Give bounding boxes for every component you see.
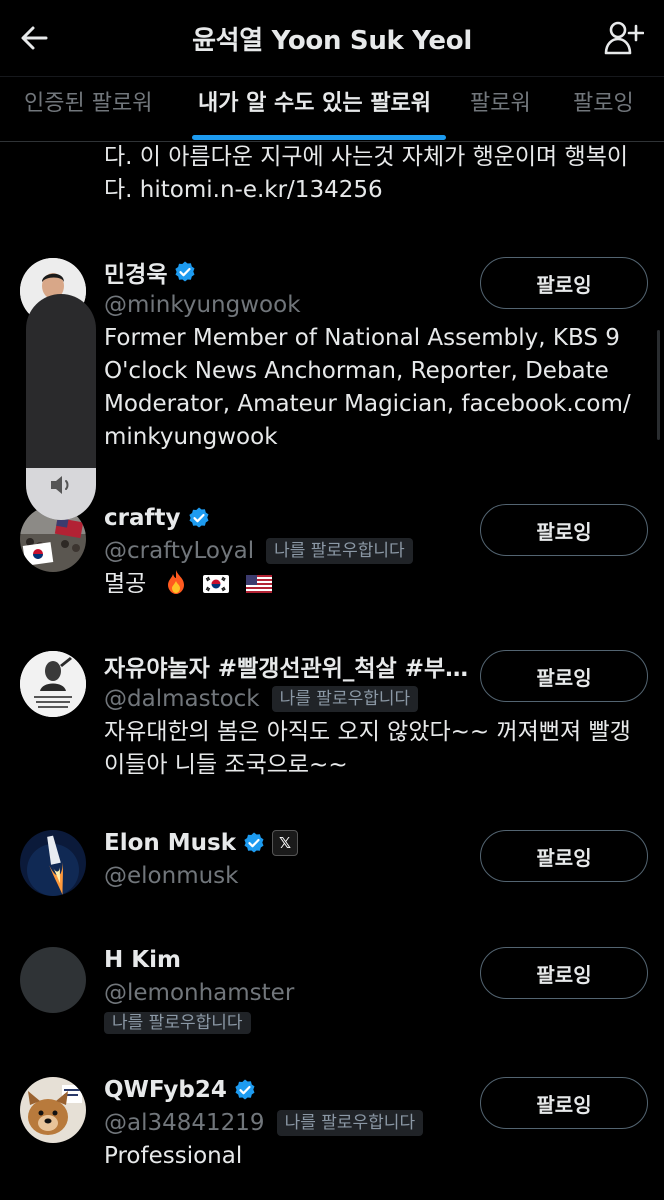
- user-name: 민경욱: [104, 262, 168, 288]
- avatar[interactable]: [20, 1077, 86, 1143]
- tab-followers-you-know[interactable]: 내가 알 수도 있는 팔로워: [198, 77, 431, 141]
- user-name-line: crafty: [104, 502, 211, 534]
- verified-badge-icon: [244, 832, 264, 853]
- scroll-edge-indicator: [657, 330, 660, 440]
- following-button[interactable]: 팔로잉: [480, 257, 648, 309]
- user-name-line: H Kim: [104, 944, 181, 976]
- user-bio: Former Member of National Assembly, KBS …: [104, 325, 631, 450]
- user-name: crafty: [104, 505, 181, 531]
- user-cell-al34841219[interactable]: QWFyb24 @al34841219 나를 팔로우합니다 Profession…: [0, 1074, 664, 1184]
- user-name-line: 자유야놀자 #빨갱선관위_척살 #부…: [104, 650, 468, 682]
- user-name-line: QWFyb24: [104, 1074, 257, 1106]
- follows-you-badge: 나를 팔로우합니다: [276, 1110, 424, 1136]
- user-name: Elon Musk: [104, 830, 237, 856]
- user-handle-line: @al34841219 나를 팔로우합니다: [104, 1107, 424, 1139]
- user-bio: 멸공: [104, 568, 634, 601]
- tab-verified-followers[interactable]: 인증된 팔로워: [24, 77, 152, 141]
- following-button[interactable]: 팔로잉: [480, 1077, 648, 1129]
- user-handle: @craftyLoyal: [104, 538, 255, 564]
- user-list[interactable]: 다. 이 아름다운 지구에 사는것 자체가 행운이며 행복이다. hitomi.…: [0, 141, 664, 1200]
- avatar[interactable]: [20, 651, 86, 717]
- user-handle-line: @craftyLoyal 나를 팔로우합니다: [104, 535, 413, 567]
- tab-bar: 인증된 팔로워 내가 알 수도 있는 팔로워 팔로워 팔로잉: [0, 76, 664, 142]
- bio-text: 멸공: [104, 571, 147, 597]
- tab-followers[interactable]: 팔로워: [470, 77, 531, 141]
- user-handle-line: @dalmastock 나를 팔로우합니다: [104, 683, 419, 715]
- following-button[interactable]: 팔로잉: [480, 650, 648, 702]
- fire-emoji-icon: [167, 570, 184, 594]
- volume-slider[interactable]: [26, 294, 96, 520]
- user-cell-craftyloyal[interactable]: crafty @craftyLoyal 나를 팔로우합니다 멸공 팔로잉: [0, 502, 664, 612]
- user-handle: @minkyungwook: [104, 292, 301, 318]
- speaker-icon: [51, 476, 69, 494]
- add-user-button[interactable]: [602, 16, 646, 60]
- follows-you-badge: 나를 팔로우합니다: [271, 686, 419, 712]
- portrait-photo: [20, 651, 86, 717]
- x-affiliate-badge-icon: 𝕏: [272, 830, 299, 856]
- verified-badge-icon: [235, 1079, 255, 1100]
- korea-flag-icon: [202, 575, 229, 593]
- user-handle: @al34841219: [104, 1110, 265, 1136]
- following-button[interactable]: 팔로잉: [480, 504, 648, 556]
- user-name-line: Elon Musk 𝕏: [104, 827, 299, 859]
- user-name: QWFyb24: [104, 1077, 227, 1103]
- follows-you-badge-wrapper: 나를 팔로우합니다: [104, 1011, 251, 1035]
- user-handle-line: @lemonhamster: [104, 977, 294, 1009]
- dog-photo: [20, 1077, 86, 1143]
- verified-badge-icon: [188, 507, 208, 528]
- user-handle: @elonmusk: [104, 863, 239, 889]
- user-name-line: 민경욱: [104, 256, 197, 288]
- tab-following[interactable]: 팔로잉: [573, 77, 634, 141]
- user-cell-minkyungwook[interactable]: 민경욱 @minkyungwook Former Member of Natio…: [0, 256, 664, 471]
- following-button[interactable]: 팔로잉: [480, 830, 648, 882]
- avatar[interactable]: [20, 947, 86, 1013]
- previous-user-bio: 다. 이 아름다운 지구에 사는것 자체가 행운이며 행복이다. hitomi.…: [104, 144, 629, 203]
- user-handle: @dalmastock: [104, 686, 260, 712]
- top-bar: 윤석열 Yoon Suk Yeol: [0, 0, 664, 76]
- user-name: 자유야놀자 #빨갱선관위_척살 #부…: [104, 656, 469, 682]
- user-cell-lemonhamster[interactable]: H Kim @lemonhamster 나를 팔로우합니다 팔로잉: [0, 944, 664, 1044]
- following-button[interactable]: 팔로잉: [480, 947, 648, 999]
- verified-badge-icon: [175, 261, 195, 282]
- rocket-launch-photo: [20, 830, 86, 896]
- page-title: 윤석열 Yoon Suk Yeol: [192, 26, 472, 56]
- user-bio: Professional: [104, 1143, 243, 1169]
- follows-you-badge: 나를 팔로우합니다: [266, 538, 413, 564]
- user-cell-elonmusk[interactable]: Elon Musk 𝕏 @elonmusk 팔로잉: [0, 827, 664, 907]
- user-bio: 자유대한의 봄은 아직도 오지 않았다~~ 꺼져뻔져 빨갱이들아 니들 조국으로…: [104, 719, 631, 778]
- follows-you-badge: 나를 팔로우합니다: [104, 1012, 251, 1034]
- user-name: H Kim: [104, 947, 181, 973]
- avatar[interactable]: [20, 830, 86, 896]
- user-handle-line: @elonmusk: [104, 860, 238, 892]
- user-cell-dalmastock[interactable]: 자유야놀자 #빨갱선관위_척살 #부… @dalmastock 나를 팔로우합니…: [0, 650, 664, 790]
- person-plus-icon: [604, 21, 644, 55]
- user-handle: @lemonhamster: [104, 980, 295, 1006]
- user-handle-line: @minkyungwook: [104, 289, 301, 321]
- usa-flag-icon: [246, 575, 273, 593]
- active-tab-indicator: [192, 135, 446, 140]
